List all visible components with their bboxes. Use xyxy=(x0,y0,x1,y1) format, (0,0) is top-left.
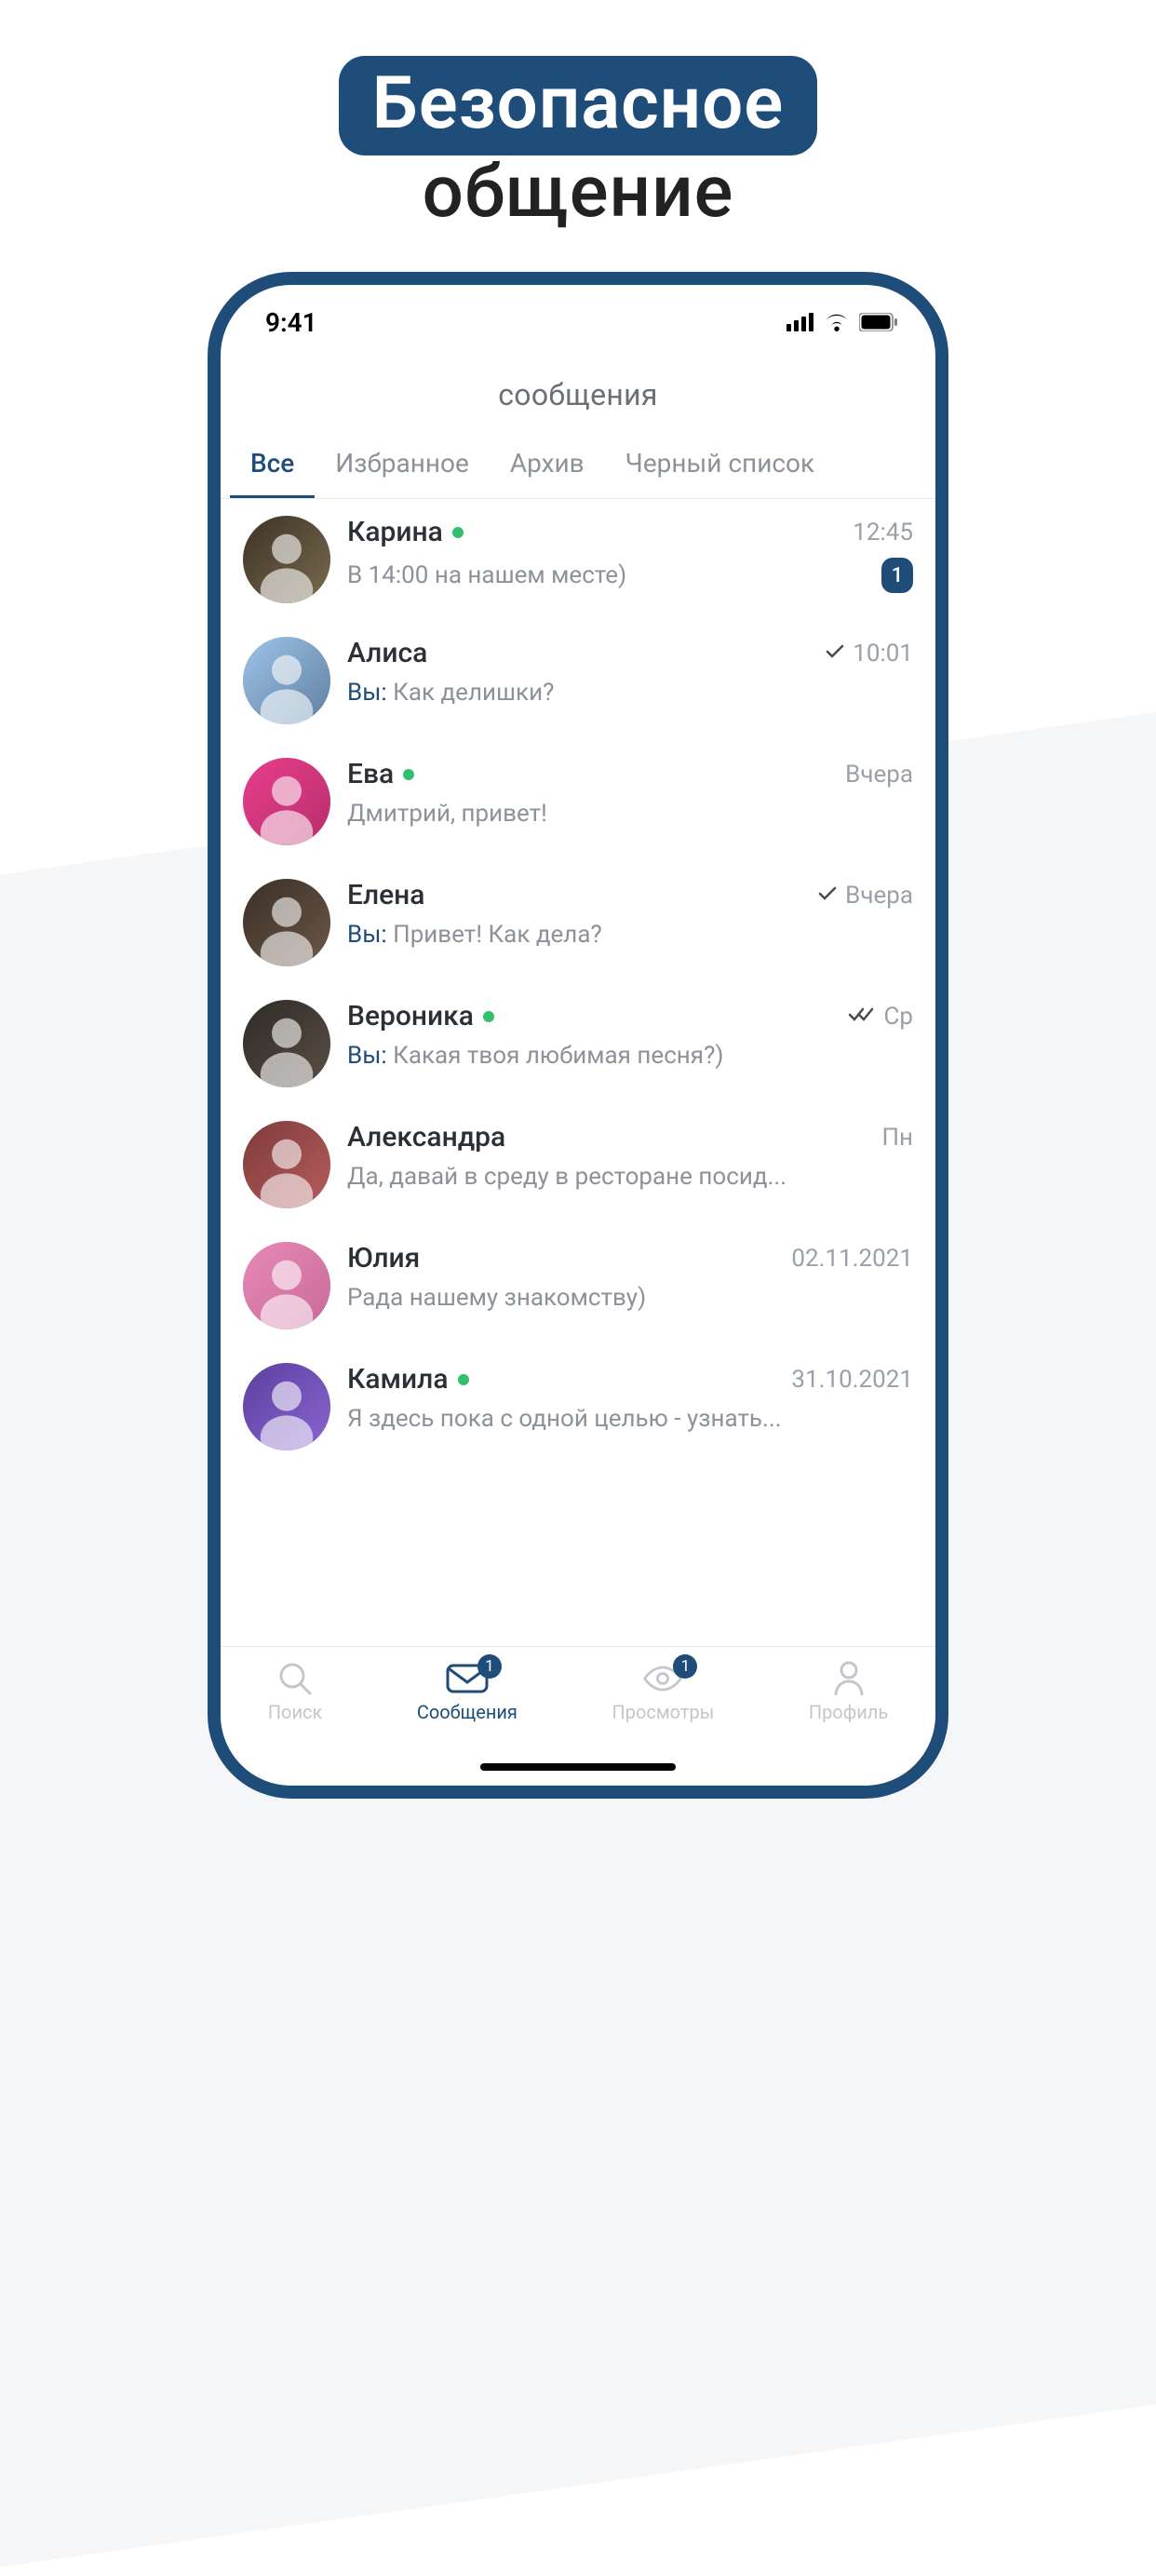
tab-2[interactable]: Архив xyxy=(490,438,605,498)
chat-item[interactable]: Елена Вчера Вы: Привет! Как дела? xyxy=(221,862,935,983)
you-prefix: Вы: xyxy=(347,921,393,949)
status-bar: 9:41 xyxy=(221,285,935,344)
avatar[interactable] xyxy=(243,1121,330,1208)
chat-preview: Дмитрий, привет! xyxy=(347,800,913,828)
chat-time: 02.11.2021 xyxy=(791,1245,913,1273)
chat-time: 10:01 xyxy=(853,640,913,668)
tabbar-search-label: Поиск xyxy=(268,1701,323,1723)
online-indicator-icon xyxy=(403,769,414,780)
tabbar-search[interactable]: Поиск xyxy=(268,1660,323,1723)
chat-item[interactable]: Юлия 02.11.2021 Рада нашему знакомству) xyxy=(221,1225,935,1346)
search-icon xyxy=(274,1660,316,1697)
chat-preview: Да, давай в среду в ресторане посид... xyxy=(347,1163,913,1191)
double-check-icon xyxy=(848,1005,876,1028)
chat-name: Вероника xyxy=(347,1000,474,1032)
tabbar-profile[interactable]: Профиль xyxy=(809,1660,888,1723)
chat-item[interactable]: Ева Вчера Дмитрий, привет! xyxy=(221,741,935,862)
online-indicator-icon xyxy=(452,527,464,538)
avatar[interactable] xyxy=(243,1363,330,1450)
chat-preview: Рада нашему знакомству) xyxy=(347,1284,913,1312)
avatar[interactable] xyxy=(243,637,330,724)
chat-preview: Вы: Какая твоя любимая песня?) xyxy=(347,1042,913,1070)
views-badge: 1 xyxy=(673,1654,697,1679)
avatar[interactable] xyxy=(243,516,330,603)
promo-heading: Безопасное общение xyxy=(0,0,1156,235)
tabbar-profile-label: Профиль xyxy=(809,1701,888,1723)
screen-title: сообщения xyxy=(221,344,935,438)
battery-icon xyxy=(859,307,898,338)
tabbar-messages-label: Сообщения xyxy=(417,1701,518,1723)
chat-time: Вчера xyxy=(845,882,913,910)
chat-name: Камила xyxy=(347,1363,449,1396)
chat-preview: Я здесь пока с одной целью - узнать... xyxy=(347,1405,913,1433)
promo-bottom: общение xyxy=(0,150,1156,235)
tab-1[interactable]: Избранное xyxy=(315,438,490,498)
tabbar-messages[interactable]: 1 Сообщения xyxy=(417,1660,518,1723)
chat-item[interactable]: Александра Пн Да, давай в среду в ресторан… xyxy=(221,1104,935,1225)
chat-time: Пн xyxy=(881,1124,913,1152)
status-time: 9:41 xyxy=(265,307,317,338)
tab-0[interactable]: Все xyxy=(230,438,315,498)
chat-time: Вчера xyxy=(845,761,913,789)
chat-name: Ева xyxy=(347,758,394,790)
phone-frame: 9:41 сообщения ВсеИзбранноеАрхивЧерный с… xyxy=(208,272,948,1799)
avatar[interactable] xyxy=(243,758,330,845)
check-icon xyxy=(817,884,838,907)
chat-time: 31.10.2021 xyxy=(791,1366,913,1394)
chat-item[interactable]: Вероника Ср Вы: Какая твоя любимая песня?) xyxy=(221,983,935,1104)
chat-preview: В 14:00 на нашем месте) xyxy=(347,561,872,589)
chat-time: Ср xyxy=(883,1003,913,1031)
chat-name: Юлия xyxy=(347,1242,420,1275)
envelope-icon: 1 xyxy=(446,1660,489,1697)
tabbar-views[interactable]: 1 Просмотры xyxy=(612,1660,714,1723)
chat-item[interactable]: Алиса 10:01 Вы: Как делишки? xyxy=(221,620,935,741)
avatar[interactable] xyxy=(243,1000,330,1087)
avatar[interactable] xyxy=(243,879,330,966)
promo-top: Безопасное xyxy=(339,56,817,155)
you-prefix: Вы: xyxy=(347,1042,393,1070)
chat-name: Елена xyxy=(347,879,424,911)
you-prefix: Вы: xyxy=(347,679,393,707)
profile-icon xyxy=(827,1660,870,1697)
cellular-icon xyxy=(786,307,814,338)
tabbar-views-label: Просмотры xyxy=(612,1701,714,1723)
online-indicator-icon xyxy=(483,1011,494,1022)
chat-time: 12:45 xyxy=(853,519,913,546)
chat-item[interactable]: Камила 31.10.2021 Я здесь пока с одной цел… xyxy=(221,1346,935,1467)
eye-icon: 1 xyxy=(641,1660,684,1697)
chat-item[interactable]: Карина 12:45 В 14:00 на нашем месте) 1 xyxy=(221,499,935,620)
filter-tabs: ВсеИзбранноеАрхивЧерный список xyxy=(221,438,935,499)
chat-preview: Вы: Привет! Как дела? xyxy=(347,921,913,949)
online-indicator-icon xyxy=(458,1374,469,1385)
tab-3[interactable]: Черный список xyxy=(605,438,835,498)
messages-badge: 1 xyxy=(477,1654,502,1679)
chat-name: Алиса xyxy=(347,637,427,669)
chat-name: Александра xyxy=(347,1121,505,1153)
wifi-icon xyxy=(824,307,850,338)
check-icon xyxy=(825,642,845,665)
unread-badge: 1 xyxy=(881,558,913,593)
chat-list[interactable]: Карина 12:45 В 14:00 на нашем месте) 1 Алиса… xyxy=(221,499,935,1467)
chat-preview: Вы: Как делишки? xyxy=(347,679,913,707)
chat-name: Карина xyxy=(347,516,443,548)
avatar[interactable] xyxy=(243,1242,330,1329)
home-indicator[interactable] xyxy=(480,1763,676,1771)
